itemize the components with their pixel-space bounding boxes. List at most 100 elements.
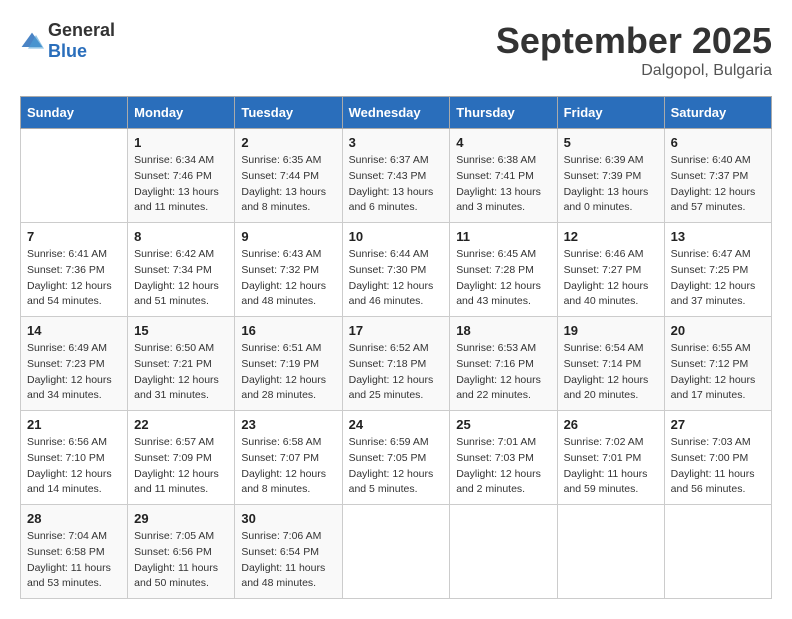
day-info: Sunrise: 6:39 AMSunset: 7:39 PMDaylight:… bbox=[564, 153, 658, 216]
calendar-cell: 18 Sunrise: 6:53 AMSunset: 7:16 PMDayligh… bbox=[450, 317, 557, 411]
page-header: General Blue September 2025 Dalgopol, Bu… bbox=[20, 20, 772, 80]
month-title: September 2025 bbox=[496, 20, 772, 62]
calendar-cell: 1 Sunrise: 6:34 AMSunset: 7:46 PMDaylight… bbox=[128, 129, 235, 223]
day-number: 30 bbox=[241, 511, 335, 526]
weekday-header: Wednesday bbox=[342, 97, 450, 129]
day-info: Sunrise: 6:34 AMSunset: 7:46 PMDaylight:… bbox=[134, 153, 228, 216]
calendar-cell bbox=[342, 505, 450, 599]
calendar-cell bbox=[450, 505, 557, 599]
day-info: Sunrise: 7:04 AMSunset: 6:58 PMDaylight:… bbox=[27, 529, 121, 592]
logo-text: General Blue bbox=[48, 20, 115, 62]
logo-icon bbox=[20, 31, 44, 51]
day-number: 16 bbox=[241, 323, 335, 338]
day-number: 5 bbox=[564, 135, 658, 150]
logo-blue: Blue bbox=[48, 41, 87, 61]
day-info: Sunrise: 6:38 AMSunset: 7:41 PMDaylight:… bbox=[456, 153, 550, 216]
day-number: 14 bbox=[27, 323, 121, 338]
day-number: 15 bbox=[134, 323, 228, 338]
weekday-header: Monday bbox=[128, 97, 235, 129]
logo: General Blue bbox=[20, 20, 115, 62]
day-number: 13 bbox=[671, 229, 765, 244]
day-number: 7 bbox=[27, 229, 121, 244]
title-block: September 2025 Dalgopol, Bulgaria bbox=[496, 20, 772, 80]
day-number: 1 bbox=[134, 135, 228, 150]
weekday-header: Thursday bbox=[450, 97, 557, 129]
calendar-cell: 27 Sunrise: 7:03 AMSunset: 7:00 PMDayligh… bbox=[664, 411, 771, 505]
calendar-week-row: 14 Sunrise: 6:49 AMSunset: 7:23 PMDayligh… bbox=[21, 317, 772, 411]
calendar-cell: 16Sunrise: 6:51 AMSunset: 7:19 PMDayligh… bbox=[235, 317, 342, 411]
day-info: Sunrise: 6:53 AMSunset: 7:16 PMDaylight:… bbox=[456, 341, 550, 404]
day-info: Sunrise: 7:01 AMSunset: 7:03 PMDaylight:… bbox=[456, 435, 550, 498]
day-info: Sunrise: 6:42 AMSunset: 7:34 PMDaylight:… bbox=[134, 247, 228, 310]
calendar-cell: 17 Sunrise: 6:52 AMSunset: 7:18 PMDayligh… bbox=[342, 317, 450, 411]
logo-general: General bbox=[48, 20, 115, 40]
calendar-cell: 2 Sunrise: 6:35 AMSunset: 7:44 PMDaylight… bbox=[235, 129, 342, 223]
day-number: 11 bbox=[456, 229, 550, 244]
day-number: 6 bbox=[671, 135, 765, 150]
day-info: Sunrise: 7:05 AMSunset: 6:56 PMDaylight:… bbox=[134, 529, 228, 592]
day-number: 27 bbox=[671, 417, 765, 432]
calendar-cell: 30 Sunrise: 7:06 AMSunset: 6:54 PMDayligh… bbox=[235, 505, 342, 599]
day-info: Sunrise: 6:37 AMSunset: 7:43 PMDaylight:… bbox=[349, 153, 444, 216]
day-info: Sunrise: 6:58 AMSunset: 7:07 PMDaylight:… bbox=[241, 435, 335, 498]
day-info: Sunrise: 6:40 AMSunset: 7:37 PMDaylight:… bbox=[671, 153, 765, 216]
day-info: Sunrise: 6:41 AMSunset: 7:36 PMDaylight:… bbox=[27, 247, 121, 310]
calendar-cell: 23 Sunrise: 6:58 AMSunset: 7:07 PMDayligh… bbox=[235, 411, 342, 505]
location: Dalgopol, Bulgaria bbox=[496, 62, 772, 80]
day-info: Sunrise: 6:46 AMSunset: 7:27 PMDaylight:… bbox=[564, 247, 658, 310]
day-number: 8 bbox=[134, 229, 228, 244]
day-number: 21 bbox=[27, 417, 121, 432]
day-info: Sunrise: 7:06 AMSunset: 6:54 PMDaylight:… bbox=[241, 529, 335, 592]
day-info: Sunrise: 6:55 AMSunset: 7:12 PMDaylight:… bbox=[671, 341, 765, 404]
day-number: 17 bbox=[349, 323, 444, 338]
day-number: 19 bbox=[564, 323, 658, 338]
day-info: Sunrise: 7:03 AMSunset: 7:00 PMDaylight:… bbox=[671, 435, 765, 498]
day-number: 3 bbox=[349, 135, 444, 150]
day-info: Sunrise: 6:57 AMSunset: 7:09 PMDaylight:… bbox=[134, 435, 228, 498]
day-number: 10 bbox=[349, 229, 444, 244]
day-number: 26 bbox=[564, 417, 658, 432]
weekday-header: Friday bbox=[557, 97, 664, 129]
day-info: Sunrise: 6:59 AMSunset: 7:05 PMDaylight:… bbox=[349, 435, 444, 498]
day-number: 24 bbox=[349, 417, 444, 432]
day-number: 4 bbox=[456, 135, 550, 150]
calendar-cell: 5 Sunrise: 6:39 AMSunset: 7:39 PMDaylight… bbox=[557, 129, 664, 223]
day-info: Sunrise: 6:54 AMSunset: 7:14 PMDaylight:… bbox=[564, 341, 658, 404]
weekday-header: Sunday bbox=[21, 97, 128, 129]
calendar-table: SundayMondayTuesdayWednesdayThursdayFrid… bbox=[20, 96, 772, 599]
day-info: Sunrise: 6:43 AMSunset: 7:32 PMDaylight:… bbox=[241, 247, 335, 310]
calendar-week-row: 7 Sunrise: 6:41 AMSunset: 7:36 PMDaylight… bbox=[21, 223, 772, 317]
calendar-cell: 29Sunrise: 7:05 AMSunset: 6:56 PMDayligh… bbox=[128, 505, 235, 599]
calendar-cell: 6 Sunrise: 6:40 AMSunset: 7:37 PMDaylight… bbox=[664, 129, 771, 223]
weekday-header-row: SundayMondayTuesdayWednesdayThursdayFrid… bbox=[21, 97, 772, 129]
calendar-cell: 8 Sunrise: 6:42 AMSunset: 7:34 PMDaylight… bbox=[128, 223, 235, 317]
day-number: 23 bbox=[241, 417, 335, 432]
calendar-cell: 10 Sunrise: 6:44 AMSunset: 7:30 PMDayligh… bbox=[342, 223, 450, 317]
calendar-cell bbox=[664, 505, 771, 599]
day-info: Sunrise: 6:56 AMSunset: 7:10 PMDaylight:… bbox=[27, 435, 121, 498]
day-info: Sunrise: 6:52 AMSunset: 7:18 PMDaylight:… bbox=[349, 341, 444, 404]
calendar-cell: 12Sunrise: 6:46 AMSunset: 7:27 PMDayligh… bbox=[557, 223, 664, 317]
calendar-cell: 22 Sunrise: 6:57 AMSunset: 7:09 PMDayligh… bbox=[128, 411, 235, 505]
calendar-week-row: 21 Sunrise: 6:56 AMSunset: 7:10 PMDayligh… bbox=[21, 411, 772, 505]
day-number: 22 bbox=[134, 417, 228, 432]
day-number: 9 bbox=[241, 229, 335, 244]
calendar-cell: 28Sunrise: 7:04 AMSunset: 6:58 PMDayligh… bbox=[21, 505, 128, 599]
calendar-cell: 4 Sunrise: 6:38 AMSunset: 7:41 PMDaylight… bbox=[450, 129, 557, 223]
calendar-cell bbox=[557, 505, 664, 599]
day-number: 25 bbox=[456, 417, 550, 432]
day-number: 2 bbox=[241, 135, 335, 150]
calendar-cell bbox=[21, 129, 128, 223]
calendar-cell: 3 Sunrise: 6:37 AMSunset: 7:43 PMDaylight… bbox=[342, 129, 450, 223]
calendar-week-row: 1 Sunrise: 6:34 AMSunset: 7:46 PMDaylight… bbox=[21, 129, 772, 223]
calendar-cell: 15 Sunrise: 6:50 AMSunset: 7:21 PMDayligh… bbox=[128, 317, 235, 411]
day-info: Sunrise: 6:45 AMSunset: 7:28 PMDaylight:… bbox=[456, 247, 550, 310]
day-info: Sunrise: 6:50 AMSunset: 7:21 PMDaylight:… bbox=[134, 341, 228, 404]
day-number: 18 bbox=[456, 323, 550, 338]
day-info: Sunrise: 6:49 AMSunset: 7:23 PMDaylight:… bbox=[27, 341, 121, 404]
calendar-cell: 14 Sunrise: 6:49 AMSunset: 7:23 PMDayligh… bbox=[21, 317, 128, 411]
calendar-cell: 13Sunrise: 6:47 AMSunset: 7:25 PMDayligh… bbox=[664, 223, 771, 317]
day-info: Sunrise: 6:44 AMSunset: 7:30 PMDaylight:… bbox=[349, 247, 444, 310]
day-info: Sunrise: 6:35 AMSunset: 7:44 PMDaylight:… bbox=[241, 153, 335, 216]
calendar-cell: 24 Sunrise: 6:59 AMSunset: 7:05 PMDayligh… bbox=[342, 411, 450, 505]
